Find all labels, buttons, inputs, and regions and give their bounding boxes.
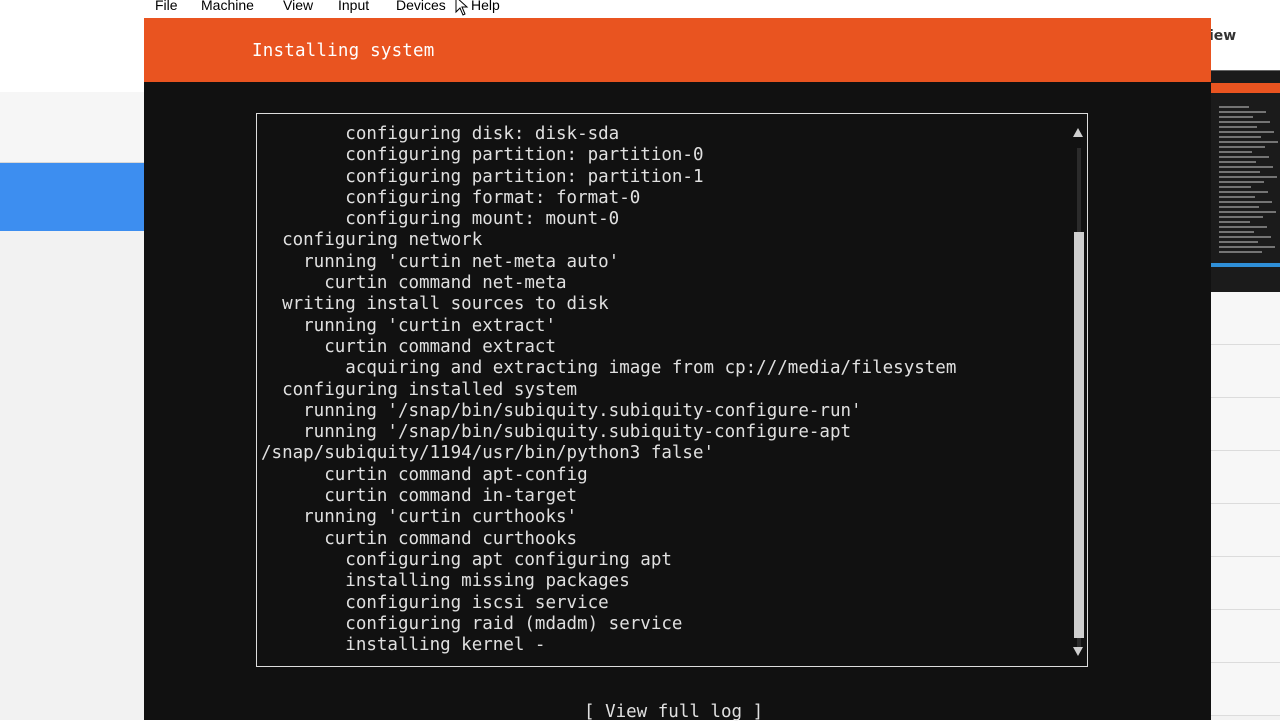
preview-line bbox=[1219, 206, 1259, 208]
host-right-row bbox=[1211, 398, 1280, 451]
log-line: curtin command apt-config bbox=[261, 464, 588, 485]
preview-line bbox=[1219, 141, 1278, 143]
log-line: installing kernel - bbox=[261, 635, 546, 656]
preview-line bbox=[1219, 181, 1264, 183]
host-right-row bbox=[1211, 557, 1280, 610]
host-right-row bbox=[1211, 663, 1280, 716]
preview-line bbox=[1219, 171, 1260, 173]
preview-line bbox=[1219, 221, 1250, 223]
preview-line bbox=[1219, 131, 1274, 133]
scrollbar-thumb[interactable] bbox=[1074, 232, 1084, 638]
log-line: running 'curtin extract' bbox=[261, 315, 557, 336]
preview-line bbox=[1219, 146, 1265, 148]
installer-screen: configuring disk: disk-sda configuring p… bbox=[144, 82, 1211, 722]
menu-view[interactable]: View bbox=[283, 0, 313, 13]
log-line: running 'curtin curthooks' bbox=[261, 507, 578, 528]
log-line: installing missing packages bbox=[261, 571, 630, 592]
host-panel-selected-item[interactable] bbox=[0, 163, 144, 231]
preview-line bbox=[1219, 251, 1262, 253]
log-line: configuring raid (mdadm) service bbox=[261, 613, 683, 634]
log-line: configuring partition: partition-1 bbox=[261, 166, 704, 187]
install-log-box[interactable]: configuring disk: disk-sda configuring p… bbox=[256, 113, 1088, 667]
preview-line bbox=[1219, 201, 1272, 203]
log-line: running '/snap/bin/subiquity.subiquity-c… bbox=[261, 400, 862, 421]
preview-line bbox=[1219, 106, 1249, 108]
menu-machine[interactable]: Machine bbox=[201, 0, 254, 13]
preview-line bbox=[1219, 161, 1256, 163]
host-right-row bbox=[1211, 345, 1280, 398]
scroll-up-icon[interactable] bbox=[1073, 128, 1083, 137]
preview-line bbox=[1219, 126, 1257, 128]
installer-header: Installing system bbox=[144, 18, 1211, 82]
host-right-row bbox=[1211, 610, 1280, 663]
host-panel-background bbox=[0, 231, 144, 720]
log-line: running 'curtin net-meta auto' bbox=[261, 251, 620, 272]
preview-line bbox=[1219, 216, 1263, 218]
view-full-log-button[interactable]: [ View full log ] bbox=[584, 702, 763, 722]
host-right-row bbox=[1211, 451, 1280, 504]
host-right-rows bbox=[1211, 292, 1280, 720]
preview-line bbox=[1219, 231, 1254, 233]
log-line: configuring format: format-0 bbox=[261, 187, 641, 208]
vm-menubar: File Machine View Input Devices Help bbox=[144, 0, 1211, 18]
page-title: Installing system bbox=[252, 41, 435, 61]
log-line: curtin command extract bbox=[261, 336, 557, 357]
menu-devices[interactable]: Devices bbox=[396, 0, 446, 13]
log-line: running '/snap/bin/subiquity.subiquity-c… bbox=[261, 422, 852, 443]
host-panel-item[interactable] bbox=[0, 92, 144, 163]
preview-line bbox=[1219, 121, 1270, 123]
log-line: acquiring and extracting image from cp:/… bbox=[261, 358, 957, 379]
preview-line bbox=[1219, 136, 1261, 138]
host-panel-top bbox=[0, 0, 144, 93]
host-right-row bbox=[1211, 292, 1280, 345]
mouse-cursor-icon bbox=[455, 0, 469, 16]
host-right-row bbox=[1211, 504, 1280, 557]
preview-line bbox=[1219, 211, 1276, 213]
preview-line bbox=[1219, 246, 1275, 248]
log-line: configuring partition: partition-0 bbox=[261, 145, 704, 166]
preview-line bbox=[1219, 191, 1268, 193]
preview-line bbox=[1219, 116, 1253, 118]
preview-line bbox=[1219, 186, 1251, 188]
preview-header-bar bbox=[1211, 83, 1280, 93]
preview-line bbox=[1219, 196, 1255, 198]
preview-line bbox=[1219, 241, 1258, 243]
log-line: curtin command net-meta bbox=[261, 273, 567, 294]
menu-input[interactable]: Input bbox=[338, 0, 369, 13]
vm-preview-thumbnail bbox=[1211, 70, 1280, 293]
log-line: writing install sources to disk bbox=[261, 294, 609, 315]
scroll-down-icon[interactable] bbox=[1073, 647, 1083, 656]
preview-line bbox=[1219, 176, 1277, 178]
preview-line bbox=[1219, 236, 1271, 238]
install-log-lines: configuring disk: disk-sda configuring p… bbox=[261, 124, 956, 656]
log-line: configuring disk: disk-sda bbox=[261, 124, 620, 144]
preview-line bbox=[1219, 226, 1267, 228]
preview-line bbox=[1219, 166, 1273, 168]
preview-line bbox=[1219, 111, 1266, 113]
log-line: /snap/subiquity/1194/usr/bin/python3 fal… bbox=[261, 443, 715, 464]
log-line: configuring iscsi service bbox=[261, 592, 609, 613]
log-line: curtin command in-target bbox=[261, 486, 578, 507]
log-line: configuring apt configuring apt bbox=[261, 549, 672, 570]
log-line: curtin command curthooks bbox=[261, 528, 578, 549]
log-line: configuring network bbox=[261, 230, 483, 251]
preview-progress-bar bbox=[1211, 263, 1280, 267]
menu-file[interactable]: File bbox=[155, 0, 178, 13]
log-line: configuring mount: mount-0 bbox=[261, 209, 620, 230]
preview-line bbox=[1219, 156, 1269, 158]
log-line: configuring installed system bbox=[261, 379, 578, 400]
preview-line bbox=[1219, 151, 1252, 153]
host-preview-label: iew bbox=[1209, 28, 1237, 44]
menu-help[interactable]: Help bbox=[471, 0, 500, 13]
